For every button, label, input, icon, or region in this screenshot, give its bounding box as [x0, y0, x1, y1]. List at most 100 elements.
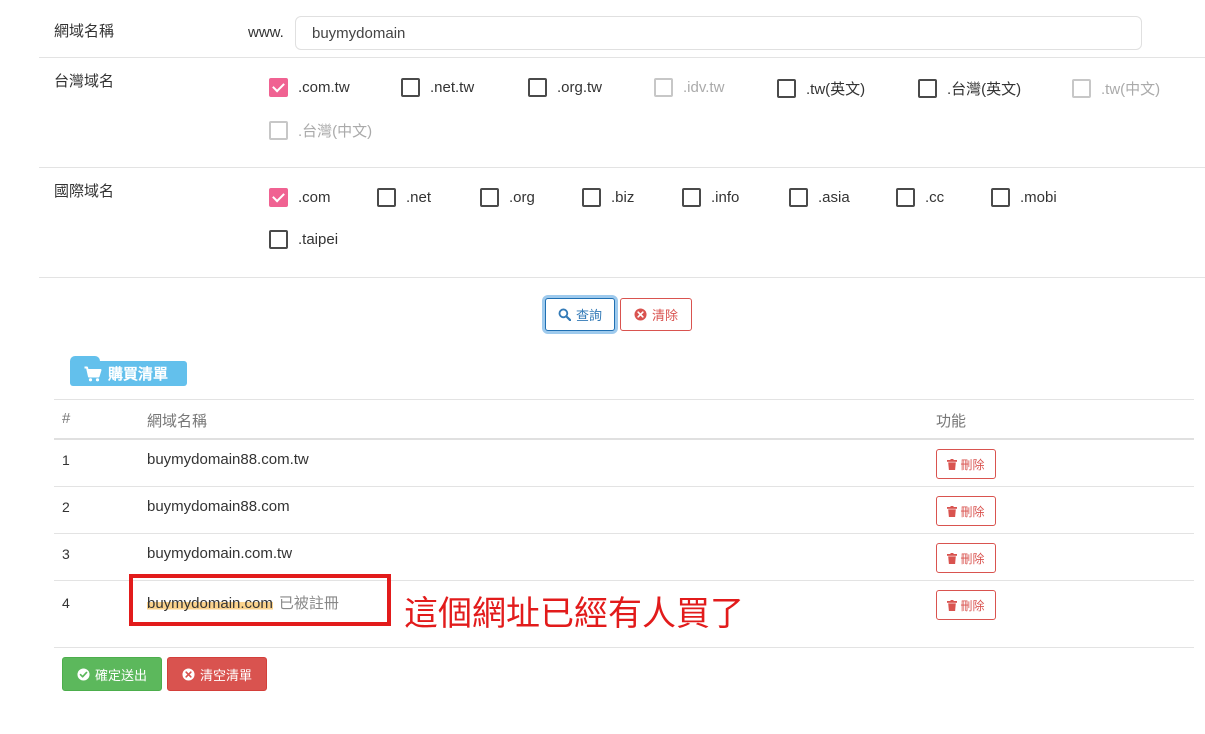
domain-name-label: 網域名稱	[54, 23, 115, 40]
tld-label: .com	[298, 189, 331, 206]
empty-cart-button[interactable]: 清空清單	[167, 657, 267, 691]
tld-option-net-tw[interactable]: .net.tw	[401, 78, 474, 97]
delete-row-button[interactable]: 刪除	[936, 449, 996, 479]
checkbox-taiwan-zh	[269, 121, 288, 140]
row-number: 1	[62, 452, 70, 468]
tld-label: .info	[711, 189, 740, 206]
checkbox-com[interactable]	[269, 188, 288, 207]
delete-row-button[interactable]: 刪除	[936, 543, 996, 573]
cart-title: 購買清單	[108, 366, 169, 383]
checkbox-org[interactable]	[480, 188, 499, 207]
www-prefix: www.	[248, 24, 284, 41]
tld-label: .mobi	[1020, 189, 1057, 206]
checkbox-taiwan-en[interactable]	[918, 79, 937, 98]
tld-option-taiwan-en[interactable]: .台灣(英文)	[918, 78, 1021, 99]
tld-option-cc[interactable]: .cc	[896, 188, 944, 207]
checkbox-cc[interactable]	[896, 188, 915, 207]
checkbox-info[interactable]	[682, 188, 701, 207]
trash-icon	[947, 552, 958, 564]
domain-name-row: 網域名稱 www.	[39, 0, 1205, 58]
tld-option-asia[interactable]: .asia	[789, 188, 850, 207]
checkbox-org-tw[interactable]	[528, 78, 547, 97]
tld-option-taiwan-zh: .台灣(中文)	[269, 120, 372, 141]
cart-title-badge: 購買清單	[70, 356, 187, 386]
tld-label: .net	[406, 189, 432, 206]
tld-label: .tw(英文)	[806, 81, 866, 98]
submit-button-label: 確定送出	[94, 667, 147, 683]
tld-option-org-tw[interactable]: .org.tw	[528, 78, 602, 97]
checkbox-idv-tw	[654, 78, 673, 97]
trash-icon	[947, 458, 958, 470]
delete-row-button[interactable]: 刪除	[936, 496, 996, 526]
tld-option-taipei[interactable]: .taipei	[269, 230, 338, 249]
checkbox-asia[interactable]	[789, 188, 808, 207]
column-header-num: #	[62, 410, 71, 427]
tld-option-com-tw[interactable]: .com.tw	[269, 78, 350, 97]
tw-domain-label: 台灣域名	[54, 73, 115, 90]
search-icon	[558, 308, 571, 321]
row-number: 3	[62, 546, 70, 562]
checkbox-tw-zh	[1072, 79, 1091, 98]
tld-option-biz[interactable]: .biz	[582, 188, 634, 207]
checkbox-net[interactable]	[377, 188, 396, 207]
row-domain-name: buymydomain.com.tw	[147, 545, 293, 562]
clear-button[interactable]: 清除	[620, 298, 692, 331]
domain-name-input[interactable]	[295, 16, 1142, 50]
delete-label: 刪除	[960, 598, 985, 613]
query-button[interactable]: 查詢	[545, 298, 615, 331]
row-domain-name: buymydomain88.com.tw	[147, 451, 309, 468]
column-header-name: 網域名稱	[147, 413, 208, 430]
row-number: 4	[62, 595, 70, 611]
times-circle-icon	[634, 308, 647, 321]
annotation-red-box	[129, 574, 391, 626]
tld-label: .idv.tw	[683, 79, 725, 96]
tld-label: .com.tw	[298, 79, 350, 96]
tld-option-com[interactable]: .com	[269, 188, 331, 207]
tld-label: .org	[509, 189, 535, 206]
shopping-cart-icon	[84, 366, 102, 381]
table-row: 4 buymydomain.com 已被註冊 這個網址已經有人買了 刪除	[54, 574, 1194, 648]
submit-button[interactable]: 確定送出	[62, 657, 162, 691]
tld-option-org[interactable]: .org	[480, 188, 535, 207]
tld-option-tw-en[interactable]: .tw(英文)	[777, 78, 865, 99]
table-row: 1 buymydomain88.com.tw 刪除	[54, 440, 1194, 487]
tld-label: .taipei	[298, 231, 339, 248]
annotation-text: 這個網址已經有人買了	[404, 594, 744, 634]
query-button-label: 查詢	[575, 308, 602, 323]
tld-label: .台灣(英文)	[947, 81, 1022, 98]
trash-icon	[947, 599, 958, 611]
intl-domain-row: 國際域名 .com .net .org .biz .info .asia .cc…	[39, 168, 1205, 278]
tld-option-net[interactable]: .net	[377, 188, 431, 207]
row-number: 2	[62, 499, 70, 515]
trash-icon	[947, 505, 958, 517]
tld-label: .tw(中文)	[1101, 81, 1161, 98]
checkbox-taipei[interactable]	[269, 230, 288, 249]
tld-option-tw-zh: .tw(中文)	[1072, 78, 1160, 99]
tld-label: .cc	[925, 189, 945, 206]
tld-option-idv-tw: .idv.tw	[654, 78, 724, 97]
checkbox-com-tw[interactable]	[269, 78, 288, 97]
tld-option-info[interactable]: .info	[682, 188, 739, 207]
delete-row-button[interactable]: 刪除	[936, 590, 996, 620]
intl-domain-label: 國際域名	[54, 183, 115, 200]
row-domain-name: buymydomain88.com	[147, 498, 290, 515]
delete-label: 刪除	[960, 551, 985, 566]
checkbox-biz[interactable]	[582, 188, 601, 207]
column-header-function: 功能	[936, 413, 967, 430]
tld-label: .org.tw	[557, 79, 603, 96]
tw-domain-row: 台灣域名 .com.tw .net.tw .org.tw .idv.tw .tw…	[39, 58, 1205, 168]
delete-label: 刪除	[960, 457, 985, 472]
cart-table: # 網域名稱 功能 1 buymydomain88.com.tw 刪除 2 bu…	[54, 399, 1194, 648]
delete-label: 刪除	[960, 504, 985, 519]
checkbox-tw-en[interactable]	[777, 79, 796, 98]
tld-option-mobi[interactable]: .mobi	[991, 188, 1057, 207]
check-circle-icon	[77, 667, 90, 681]
tld-label: .biz	[611, 189, 635, 206]
checkbox-mobi[interactable]	[991, 188, 1010, 207]
clear-button-label: 清除	[651, 308, 678, 323]
table-row: 2 buymydomain88.com 刪除	[54, 487, 1194, 534]
checkbox-net-tw[interactable]	[401, 78, 420, 97]
tld-label: .net.tw	[430, 79, 475, 96]
tld-label: .台灣(中文)	[298, 123, 373, 140]
cart-table-header: # 網域名稱 功能	[54, 399, 1194, 440]
